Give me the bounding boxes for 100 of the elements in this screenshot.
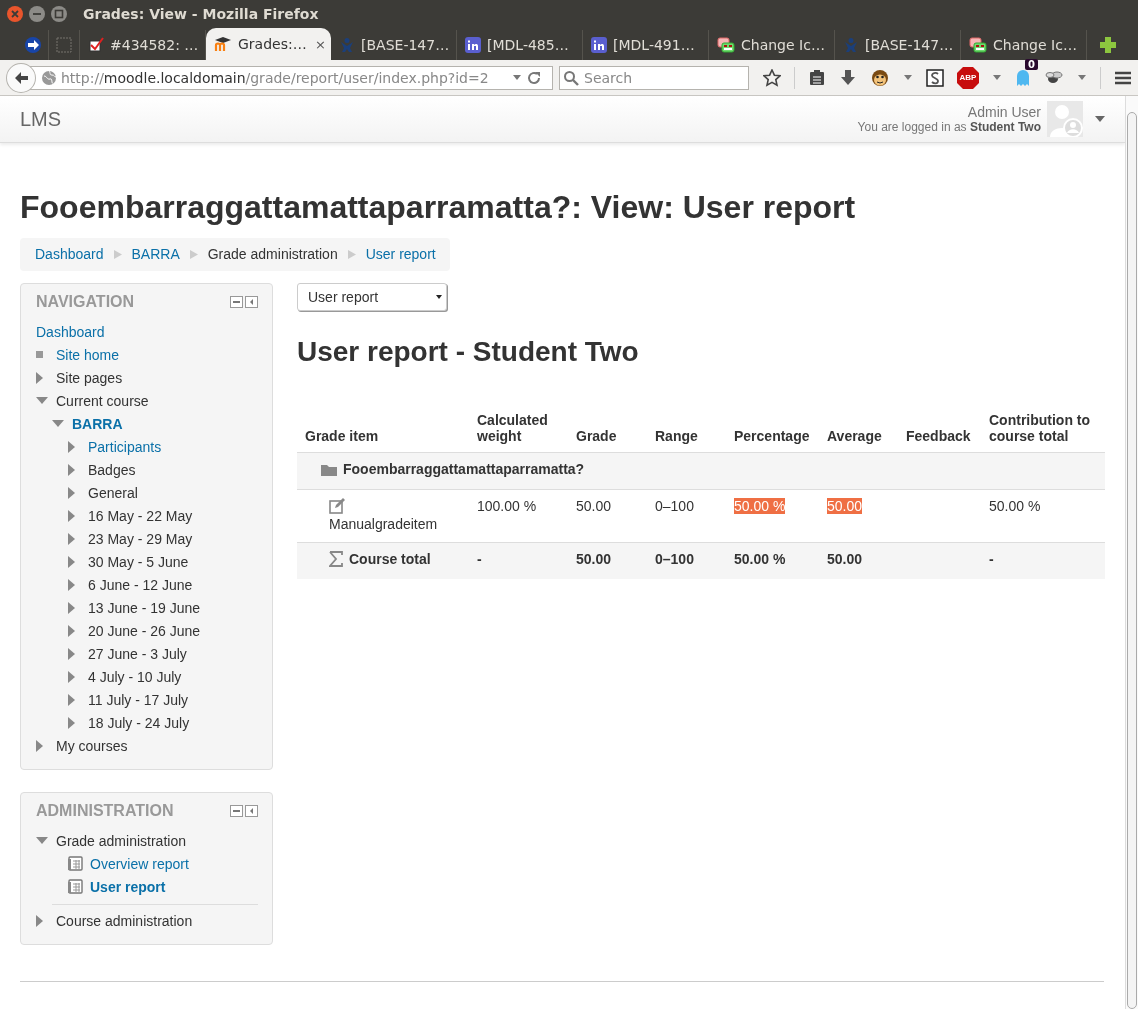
list-icon[interactable] <box>808 68 826 87</box>
collapsed-icon[interactable] <box>68 624 75 637</box>
report-icon <box>68 879 83 894</box>
browser-tab[interactable]: Grades:… × <box>206 28 331 60</box>
collapsed-icon[interactable] <box>36 914 43 927</box>
collapsed-icon[interactable] <box>68 532 75 545</box>
collapsed-icon[interactable] <box>68 440 75 453</box>
dropdown-icon[interactable] <box>903 73 913 82</box>
collapsed-icon[interactable] <box>68 601 75 614</box>
collapsed-icon[interactable] <box>36 739 43 752</box>
grade-item-name[interactable]: Manualgradeitem <box>329 516 438 532</box>
nav-item[interactable]: Badges <box>88 461 136 478</box>
framed-s-icon[interactable] <box>926 68 944 87</box>
download-icon[interactable] <box>839 68 857 87</box>
square-logo-icon <box>591 37 607 53</box>
column-header: Percentage <box>726 404 819 453</box>
nav-item[interactable]: 18 July - 24 July <box>88 714 190 731</box>
nav-item[interactable]: 16 May - 22 May <box>88 507 193 524</box>
caret-icon[interactable] <box>1095 116 1105 122</box>
breadcrumb-separator-icon <box>189 249 198 259</box>
column-header: Feedback <box>898 404 981 453</box>
report-select[interactable]: User report <box>297 283 447 311</box>
close-tab-icon[interactable]: × <box>315 36 326 52</box>
nav-link[interactable]: User report <box>90 878 166 895</box>
collapsed-icon[interactable] <box>68 716 75 729</box>
fly-icon[interactable] <box>1044 69 1064 86</box>
nav-item[interactable]: Site pages <box>56 369 123 386</box>
star-icon[interactable] <box>763 68 781 87</box>
table-cell: 50.00 <box>576 498 612 514</box>
user-name[interactable]: Admin User <box>967 104 1041 120</box>
table-cell: 100.00 % <box>477 498 537 514</box>
address-field[interactable]: http://moodle.localdomain/grade/report/user/index.php?id=2 <box>29 65 553 90</box>
nav-item[interactable]: 27 June - 3 July <box>88 645 187 662</box>
dock-block-icon[interactable] <box>245 805 258 817</box>
diff-icon <box>717 37 735 53</box>
dock-block-icon[interactable] <box>245 296 258 308</box>
monkey-face-icon[interactable] <box>870 68 890 87</box>
collapsed-icon[interactable] <box>68 555 75 568</box>
arrow-circle-icon[interactable] <box>24 36 42 54</box>
report-heading: User report - Student Two <box>297 336 640 368</box>
column-header: Average <box>819 404 898 453</box>
back-button[interactable] <box>6 62 36 93</box>
table-cell: - <box>477 551 482 567</box>
collapsed-icon[interactable] <box>68 693 75 706</box>
stop-sign-icon <box>957 66 979 89</box>
nav-item[interactable]: 13 June - 19 June <box>88 599 201 616</box>
dropdown-icon[interactable] <box>1077 73 1087 82</box>
nav-item[interactable]: 4 July - 10 July <box>88 668 182 685</box>
nav-item[interactable]: Current course <box>56 392 149 409</box>
globe-icon <box>40 69 57 86</box>
nav-item[interactable]: 11 July - 17 July <box>88 691 189 708</box>
nav-item[interactable]: My courses <box>56 737 128 754</box>
minimize-block-icon[interactable] <box>230 296 243 308</box>
close-icon[interactable] <box>6 5 24 23</box>
maximize-icon[interactable] <box>50 5 68 23</box>
nav-item[interactable]: 20 June - 26 June <box>88 622 201 639</box>
dropdown-icon[interactable] <box>992 73 1002 82</box>
breadcrumb-link[interactable]: Dashboard <box>35 246 104 262</box>
ghost-icon[interactable] <box>1015 68 1031 87</box>
nav-item[interactable]: 23 May - 29 May <box>88 530 193 547</box>
breadcrumb-link[interactable]: User report <box>365 246 436 262</box>
collapsed-icon[interactable] <box>68 578 75 591</box>
expanded-icon[interactable] <box>36 397 48 404</box>
nav-item[interactable]: Grade administration <box>56 832 186 849</box>
reload-icon[interactable] <box>526 69 542 86</box>
nav-item[interactable]: General <box>88 484 138 501</box>
column-header: Calculated weight <box>469 404 568 453</box>
minimize-icon[interactable] <box>28 5 46 23</box>
edit-icon <box>329 498 345 514</box>
scrollbar-thumb[interactable] <box>1127 112 1137 1009</box>
dropdown-icon[interactable] <box>512 73 522 82</box>
collapsed-icon[interactable] <box>68 647 75 660</box>
new-tab-icon[interactable] <box>1099 36 1117 54</box>
minimize-block-icon[interactable] <box>230 805 243 817</box>
menu-icon[interactable] <box>1114 69 1132 86</box>
figure-icon <box>339 37 355 53</box>
collapsed-icon[interactable] <box>68 486 75 499</box>
nav-item[interactable]: BARRA <box>72 415 123 432</box>
expanded-icon[interactable] <box>36 837 48 844</box>
nav-item[interactable]: Course administration <box>56 912 193 929</box>
collapsed-icon[interactable] <box>68 463 75 476</box>
breadcrumb-link[interactable]: BARRA <box>131 246 180 262</box>
nav-link[interactable]: Participants <box>88 438 162 455</box>
search-field[interactable]: Search <box>559 65 749 90</box>
collapsed-icon[interactable] <box>68 509 75 522</box>
login-info: You are logged in as Student Two <box>857 120 1041 134</box>
nav-link[interactable]: Overview report <box>90 855 189 872</box>
adblock-button[interactable]: ABP <box>957 66 979 89</box>
collapsed-icon[interactable] <box>36 371 43 384</box>
nav-link[interactable]: Site home <box>56 346 120 363</box>
table-cell: 0–100 <box>655 551 694 567</box>
nav-item[interactable]: 30 May - 5 June <box>88 553 189 570</box>
report-icon <box>68 856 83 871</box>
nav-link[interactable]: Dashboard <box>36 323 105 340</box>
square-logo-icon <box>465 37 481 53</box>
site-brand[interactable]: LMS <box>20 107 858 131</box>
collapsed-icon[interactable] <box>68 670 75 683</box>
expanded-icon[interactable] <box>52 420 64 427</box>
nav-item[interactable]: 6 June - 12 June <box>88 576 193 593</box>
breadcrumb-separator-icon <box>113 249 122 259</box>
